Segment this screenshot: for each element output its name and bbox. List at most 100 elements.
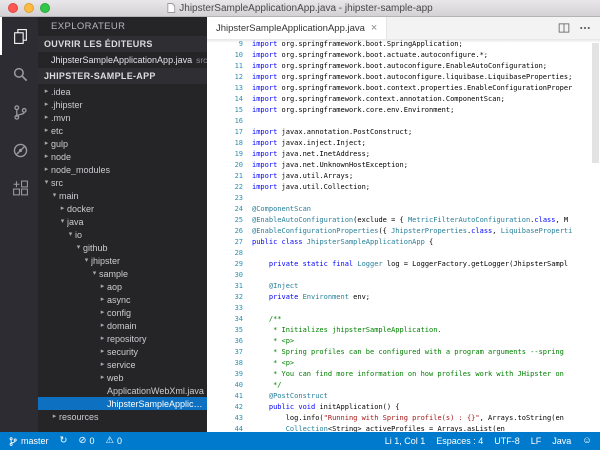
line-number[interactable]: 10 [207, 50, 243, 61]
tab-jhipstersampleapplicationapp[interactable]: JhipsterSampleApplicationApp.java × [207, 17, 387, 39]
activity-bar-item-search[interactable] [0, 55, 38, 93]
tree-folder-.idea[interactable]: ▸.idea [38, 85, 207, 98]
tree-folder-java[interactable]: ▾java [38, 215, 207, 228]
zoom-window-button[interactable] [40, 3, 50, 13]
close-icon[interactable]: × [371, 23, 377, 34]
status-indentation[interactable]: Espaces : 4 [436, 436, 483, 446]
tree-folder-github[interactable]: ▾github [38, 241, 207, 254]
code-area[interactable]: 9import org.springframework.boot.SpringA… [207, 39, 600, 432]
status-eol[interactable]: LF [531, 436, 542, 446]
code-line-20[interactable]: 20import java.net.UnknownHostException; [207, 160, 600, 171]
status-branch[interactable]: master [8, 436, 49, 447]
line-number[interactable]: 44 [207, 424, 243, 432]
code-line-29[interactable]: 29 private static final Logger log = Log… [207, 259, 600, 270]
line-number[interactable]: 43 [207, 413, 243, 424]
tree-folder-.mvn[interactable]: ▸.mvn [38, 111, 207, 124]
code-line-43[interactable]: 43 log.info("Running with Spring profile… [207, 413, 600, 424]
line-number[interactable]: 38 [207, 358, 243, 369]
tree-folder-gulp[interactable]: ▸gulp [38, 137, 207, 150]
code-line-23[interactable]: 23 [207, 193, 600, 204]
activity-bar-item-explorer[interactable] [0, 17, 38, 55]
tree-folder-node_modules[interactable]: ▸node_modules [38, 163, 207, 176]
code-line-26[interactable]: 26@EnableConfigurationProperties({ Jhips… [207, 226, 600, 237]
code-line-16[interactable]: 16 [207, 116, 600, 127]
line-number[interactable]: 21 [207, 171, 243, 182]
tree-folder-etc[interactable]: ▸etc [38, 124, 207, 137]
tree-folder-src[interactable]: ▾src [38, 176, 207, 189]
line-number[interactable]: 23 [207, 193, 243, 204]
code-line-21[interactable]: 21import java.util.Arrays; [207, 171, 600, 182]
tree-folder-sample[interactable]: ▾sample [38, 267, 207, 280]
tree-folder-async[interactable]: ▸async [38, 293, 207, 306]
tree-folder-resources[interactable]: ▸resources [38, 410, 207, 423]
code-line-12[interactable]: 12import org.springframework.boot.autoco… [207, 72, 600, 83]
code-line-35[interactable]: 35 * Initializes jhipsterSampleApplicati… [207, 325, 600, 336]
line-number[interactable]: 36 [207, 336, 243, 347]
line-number[interactable]: 14 [207, 94, 243, 105]
line-number[interactable]: 28 [207, 248, 243, 259]
status-cursor-position[interactable]: Li 1, Col 1 [385, 436, 426, 446]
line-number[interactable]: 40 [207, 380, 243, 391]
line-number[interactable]: 41 [207, 391, 243, 402]
tree-folder-security[interactable]: ▸security [38, 345, 207, 358]
line-number[interactable]: 18 [207, 138, 243, 149]
line-number[interactable]: 32 [207, 292, 243, 303]
line-number[interactable]: 9 [207, 39, 243, 50]
tree-folder-web[interactable]: ▸web [38, 371, 207, 384]
activity-bar-item-debug[interactable] [0, 131, 38, 169]
tree-folder-io[interactable]: ▾io [38, 228, 207, 241]
code-line-42[interactable]: 42 public void initApplication() { [207, 402, 600, 413]
code-line-9[interactable]: 9import org.springframework.boot.SpringA… [207, 39, 600, 50]
tree-folder-aop[interactable]: ▸aop [38, 280, 207, 293]
line-number[interactable]: 30 [207, 270, 243, 281]
code-line-22[interactable]: 22import java.util.Collection; [207, 182, 600, 193]
line-number[interactable]: 13 [207, 83, 243, 94]
code-line-17[interactable]: 17import javax.annotation.PostConstruct; [207, 127, 600, 138]
line-number[interactable]: 15 [207, 105, 243, 116]
code-line-33[interactable]: 33 [207, 303, 600, 314]
line-number[interactable]: 12 [207, 72, 243, 83]
status-warnings[interactable]: ⚠0 [105, 436, 122, 446]
code-line-44[interactable]: 44 Collection<String> activeProfiles = A… [207, 424, 600, 432]
activity-bar-item-extensions[interactable] [0, 169, 38, 207]
code-line-25[interactable]: 25@EnableAutoConfiguration(exclude = { M… [207, 215, 600, 226]
line-number[interactable]: 34 [207, 314, 243, 325]
split-editor-icon[interactable] [558, 22, 570, 34]
line-number[interactable]: 17 [207, 127, 243, 138]
line-number[interactable]: 11 [207, 61, 243, 72]
code-line-41[interactable]: 41 @PostConstruct [207, 391, 600, 402]
line-number[interactable]: 37 [207, 347, 243, 358]
line-number[interactable]: 20 [207, 160, 243, 171]
line-number[interactable]: 42 [207, 402, 243, 413]
tree-file-jhipstersampleapplicationapp.java[interactable]: JhipsterSampleApplicationApp.java [38, 397, 207, 410]
code-line-14[interactable]: 14import org.springframework.context.ann… [207, 94, 600, 105]
folder-section-header[interactable]: JHIPSTER-SAMPLE-APP [38, 68, 207, 84]
code-line-24[interactable]: 24@ComponentScan [207, 204, 600, 215]
line-number[interactable]: 27 [207, 237, 243, 248]
tree-folder-docker[interactable]: ▸docker [38, 202, 207, 215]
code-line-19[interactable]: 19import java.net.InetAddress; [207, 149, 600, 160]
more-actions-icon[interactable] [579, 22, 591, 34]
code-line-34[interactable]: 34 /** [207, 314, 600, 325]
line-number[interactable]: 31 [207, 281, 243, 292]
tree-folder-repository[interactable]: ▸repository [38, 332, 207, 345]
tree-folder-.jhipster[interactable]: ▸.jhipster [38, 98, 207, 111]
code-line-13[interactable]: 13import org.springframework.boot.contex… [207, 83, 600, 94]
code-line-32[interactable]: 32 private Environment env; [207, 292, 600, 303]
code-line-40[interactable]: 40 */ [207, 380, 600, 391]
status-errors[interactable]: ⊘0 [78, 436, 94, 446]
close-window-button[interactable] [8, 3, 18, 13]
code-line-36[interactable]: 36 * <p> [207, 336, 600, 347]
minimize-window-button[interactable] [24, 3, 34, 13]
status-language-mode[interactable]: Java [552, 436, 571, 446]
code-line-39[interactable]: 39 * You can find more information on ho… [207, 369, 600, 380]
code-line-27[interactable]: 27public class JhipsterSampleApplication… [207, 237, 600, 248]
line-number[interactable]: 39 [207, 369, 243, 380]
status-encoding[interactable]: UTF-8 [494, 436, 520, 446]
code-line-37[interactable]: 37 * Spring profiles can be configured w… [207, 347, 600, 358]
line-number[interactable]: 29 [207, 259, 243, 270]
code-line-28[interactable]: 28 [207, 248, 600, 259]
code-line-31[interactable]: 31 @Inject [207, 281, 600, 292]
tree-folder-main[interactable]: ▾main [38, 189, 207, 202]
editor-scrollbar[interactable] [592, 43, 599, 163]
